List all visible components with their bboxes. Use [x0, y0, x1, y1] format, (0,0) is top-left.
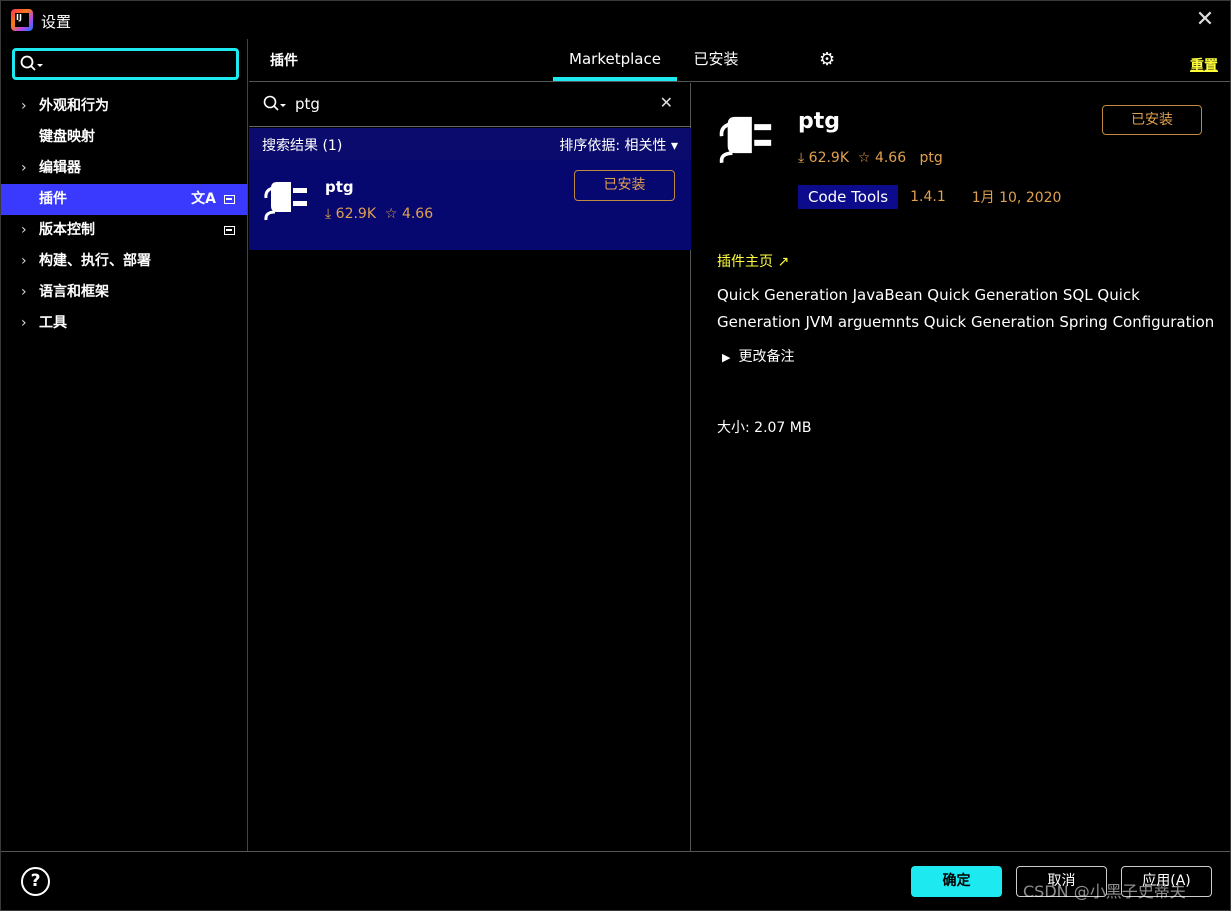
plugin-homepage-link[interactable]: 插件主页 ↗	[717, 251, 789, 271]
sidebar-item-label: 构建、执行、部署	[39, 253, 151, 269]
installed-button[interactable]: 已安装	[574, 170, 675, 201]
plugin-stats: ⤓ 62.9K ☆ 4.66	[325, 206, 433, 222]
title-bar: IJ 设置 ✕	[1, 1, 1230, 39]
change-notes-label: 更改备注	[738, 349, 795, 365]
close-button[interactable]: ✕	[1192, 7, 1218, 33]
search-icon	[263, 95, 287, 117]
vendor-link[interactable]: ptg	[919, 150, 942, 166]
sidebar-item-vcs[interactable]: › 版本控制	[1, 215, 247, 246]
sidebar-item-label: 语言和框架	[39, 284, 109, 300]
ok-button[interactable]: 确定	[911, 866, 1002, 897]
settings-tree: › 外观和行为 键盘映射 › 编辑器 插件 文A › 版本控制 › 构建、执行、…	[1, 91, 247, 339]
plugin-search-input[interactable]: ptg ✕	[249, 83, 691, 127]
sort-dropdown[interactable]: 排序依据: 相关性 ▾	[559, 135, 678, 155]
settings-sidebar: › 外观和行为 键盘映射 › 编辑器 插件 文A › 版本控制 › 构建、执行、…	[1, 39, 248, 851]
page-title: 插件	[270, 53, 298, 69]
plugin-detail-panel: ptg 已安装 ⤓ 62.9K ☆ 4.66 ptg Code Tools 1.…	[692, 83, 1230, 851]
reset-link[interactable]: 重置	[1190, 55, 1218, 75]
plugin-meta-row: Code Tools 1.4.1 1月 10, 2020	[798, 185, 1061, 209]
plugin-version: 1.4.1	[910, 189, 946, 205]
triangle-right-icon: ▶	[722, 351, 731, 364]
chevron-right-icon: ›	[21, 315, 27, 331]
plugin-size: 大小: 2.07 MB	[717, 420, 812, 436]
dialog-footer: ? 确定 取消 应用(A) CSDN @小黑子史蒂夫	[1, 851, 1230, 910]
sidebar-item-keymap[interactable]: 键盘映射	[1, 122, 247, 153]
plugin-icon	[263, 172, 311, 226]
results-bar: 搜索结果 (1) 排序依据: 相关性 ▾	[249, 128, 691, 160]
sidebar-item-label: 外观和行为	[39, 98, 109, 114]
sidebar-item-plugins[interactable]: 插件 文A	[1, 184, 247, 215]
plugin-search-value: ptg	[295, 95, 320, 113]
project-level-icon	[224, 226, 235, 235]
chevron-right-icon: ›	[21, 253, 27, 269]
search-icon	[20, 55, 44, 77]
plugin-list-item[interactable]: ptg ⤓ 62.9K ☆ 4.66 已安装	[249, 160, 691, 250]
chevron-right-icon: ›	[21, 98, 27, 114]
chevron-right-icon: ›	[21, 160, 27, 176]
plugin-icon	[718, 103, 776, 171]
tab-marketplace[interactable]: Marketplace	[553, 39, 677, 81]
gear-icon[interactable]: ⚙	[819, 49, 835, 70]
plugin-name: ptg	[325, 178, 354, 196]
sidebar-item-editor[interactable]: › 编辑器	[1, 153, 247, 184]
intellij-logo-icon: IJ	[11, 9, 33, 31]
sidebar-item-label: 编辑器	[39, 160, 81, 176]
star-icon: ☆	[857, 150, 871, 166]
tab-installed[interactable]: 已安装	[681, 39, 751, 81]
download-icon: ⤓	[325, 206, 332, 222]
change-notes-toggle[interactable]: ▶ 更改备注	[722, 346, 794, 366]
results-count: 搜索结果 (1)	[262, 138, 343, 154]
plugin-detail-name: ptg	[798, 109, 841, 134]
rating-value: 4.66	[401, 206, 434, 222]
download-count: 62.9K	[808, 150, 850, 166]
clear-search-icon[interactable]: ✕	[660, 93, 673, 112]
translate-icon: 文A	[191, 191, 216, 207]
sidebar-item-languages[interactable]: › 语言和框架	[1, 277, 247, 308]
plugin-date: 1月 10, 2020	[971, 190, 1062, 206]
project-level-icon	[224, 195, 235, 204]
plugin-description: Quick Generation JavaBean Quick Generati…	[717, 286, 1215, 331]
sidebar-item-label: 插件	[39, 191, 67, 207]
category-tag: Code Tools	[798, 185, 899, 209]
plugin-detail-stats: ⤓ 62.9K ☆ 4.66 ptg	[798, 150, 943, 166]
rating-value: 4.66	[874, 150, 907, 166]
settings-window: IJ 设置 ✕ › 外观和行为 键盘映射 › 编辑器 插件 文A › 版本控制 …	[0, 0, 1231, 911]
star-icon: ☆	[384, 206, 398, 222]
detail-installed-button[interactable]: 已安装	[1102, 105, 1202, 135]
window-title: 设置	[41, 13, 72, 31]
watermark: CSDN @小黑子史蒂夫	[1023, 882, 1186, 901]
sidebar-item-label: 工具	[39, 315, 67, 331]
settings-search-input[interactable]	[12, 48, 239, 80]
chevron-right-icon: ›	[21, 284, 27, 300]
chevron-right-icon: ›	[21, 222, 27, 238]
sidebar-item-label: 键盘映射	[39, 129, 95, 145]
download-count: 62.9K	[335, 206, 377, 222]
sidebar-item-build[interactable]: › 构建、执行、部署	[1, 246, 247, 277]
help-button[interactable]: ?	[21, 867, 50, 896]
sidebar-item-label: 版本控制	[39, 222, 95, 238]
plugins-header: 插件 Marketplace 已安装 ⚙ 重置	[249, 39, 1230, 82]
sidebar-item-tools[interactable]: › 工具	[1, 308, 247, 339]
plugin-list-panel: ptg ✕ 搜索结果 (1) 排序依据: 相关性 ▾ ptg ⤓ 62.9K ☆…	[249, 83, 691, 851]
sidebar-item-appearance[interactable]: › 外观和行为	[1, 91, 247, 122]
download-icon: ⤓	[798, 150, 805, 166]
